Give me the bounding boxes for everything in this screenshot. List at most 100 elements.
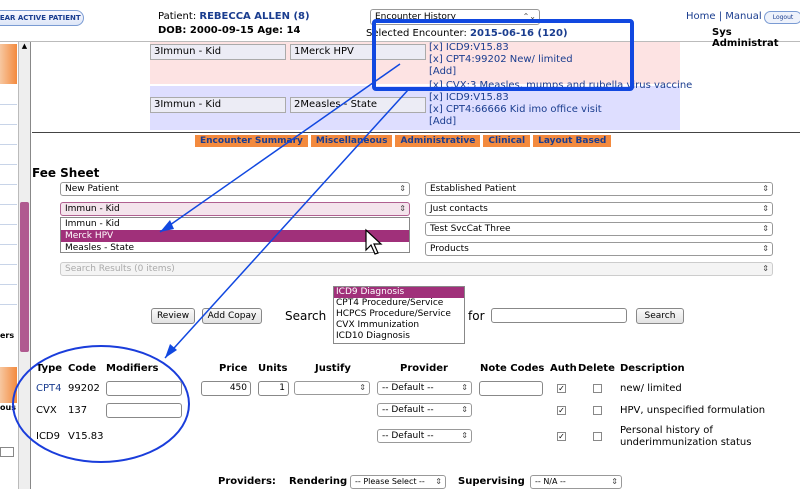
review-button[interactable]: Review [151, 308, 195, 324]
nav-input[interactable] [0, 447, 14, 457]
tab-clinical[interactable]: Clinical [483, 135, 531, 147]
search-results-select[interactable]: Search Results (0 items) ⇕ [60, 262, 773, 276]
nav-item-partial[interactable]: ers [0, 331, 14, 340]
select-value: -- Please Select -- [355, 477, 425, 486]
delete-checkbox[interactable] [593, 406, 602, 415]
code-type-option[interactable]: ICD10 Diagnosis [334, 331, 464, 342]
scroll-thumb[interactable] [20, 202, 29, 352]
code-link[interactable]: [x] ICD9:V15.83 [429, 92, 692, 104]
immun-kid-select[interactable]: Immun - Kid ⇕ [60, 202, 410, 216]
search-label: Search [285, 309, 327, 323]
note-codes-input[interactable] [479, 381, 543, 396]
select-value: Products [430, 244, 469, 254]
justify-select[interactable]: ⇕ [294, 381, 370, 395]
chevron-updown-icon: ⇕ [762, 224, 769, 233]
link-separator: | [718, 11, 723, 22]
auth-checkbox[interactable]: ✓ [557, 384, 566, 393]
annotation-highlight-ellipse [12, 345, 190, 463]
row-description: Personal history of underimmunization st… [620, 425, 752, 448]
select-value: New Patient [65, 184, 119, 194]
provider-select[interactable]: -- Default -- ⇕ [377, 381, 472, 395]
patient-name[interactable]: REBECCA ALLEN (8) [199, 11, 309, 22]
select-value: -- Default -- [382, 405, 434, 415]
col-header-units: Units [258, 363, 288, 374]
provider-select[interactable]: -- Default -- ⇕ [377, 403, 472, 417]
add-copay-button[interactable]: Add Copay [202, 308, 262, 324]
clear-active-patient-button[interactable]: LEAR ACTIVE PATIENT [0, 10, 84, 26]
dropdown-option[interactable]: Measles - State [61, 242, 409, 254]
col-header-delete: Delete [578, 363, 615, 374]
scroll-up-icon[interactable]: ▲ [19, 42, 30, 52]
for-label: for [468, 309, 485, 323]
chevron-updown-icon: ⇕ [762, 204, 769, 213]
row-description: HPV, unspecified formulation [620, 405, 766, 416]
supervising-label: Supervising [458, 476, 525, 487]
chevron-updown-icon: ⇕ [461, 431, 468, 440]
code-type-option[interactable]: CPT4 Procedure/Service [334, 298, 464, 309]
code-type-option[interactable]: HCPCS Procedure/Service [334, 309, 464, 320]
established-patient-select[interactable]: Established Patient ⇕ [425, 182, 773, 196]
chevron-updown-icon: ⇕ [359, 383, 366, 392]
provider-select[interactable]: -- Default -- ⇕ [377, 429, 472, 443]
patient-dob-age: DOB: 2000-09-15 Age: 14 [158, 25, 301, 36]
arrow-head-icon [165, 344, 177, 358]
supervising-select[interactable]: -- N/A -- ⇕ [530, 475, 622, 489]
products-select[interactable]: Products ⇕ [425, 242, 773, 256]
new-patient-select[interactable]: New Patient ⇕ [60, 182, 410, 196]
auth-checkbox[interactable]: ✓ [557, 406, 566, 415]
col-header-price: Price [219, 363, 248, 374]
price-input[interactable]: 450 [201, 381, 251, 396]
item-cell: 2Measles - State [290, 97, 426, 113]
select-value: Immun - Kid [65, 204, 120, 214]
tab-miscellaneous[interactable]: Miscellaneous [310, 135, 393, 147]
rendering-label: Rendering [289, 476, 348, 487]
chevron-updown-icon: ⇕ [435, 477, 442, 486]
code-link[interactable]: [x] CPT4:66666 Kid imo office visit [429, 104, 692, 116]
tab-administrative[interactable]: Administrative [395, 135, 481, 147]
delete-checkbox[interactable] [593, 432, 602, 441]
rendering-select[interactable]: -- Please Select -- ⇕ [350, 475, 446, 489]
patient-label: Patient: [158, 11, 197, 22]
home-link[interactable]: Home [686, 11, 716, 22]
tab-encounter-summary[interactable]: Encounter Summary [195, 135, 308, 147]
chevron-updown-icon: ⇕ [399, 184, 406, 193]
code-type-option[interactable]: CVX Immunization [334, 320, 464, 331]
col-header-provider: Provider [400, 363, 448, 374]
col-header-description: Description [620, 363, 685, 374]
tab-layout-based[interactable]: Layout Based [533, 135, 612, 147]
delete-checkbox[interactable] [593, 384, 602, 393]
header-links: Home | Manual [686, 11, 762, 22]
col-header-auth: Auth [550, 363, 577, 374]
dropdown-option[interactable]: Immun - Kid [61, 218, 409, 230]
category-cell: 3Immun - Kid [150, 97, 286, 113]
chevron-updown-icon: ⇕ [461, 383, 468, 392]
chevron-updown-icon: ⇕ [762, 244, 769, 253]
select-value: -- Default -- [382, 431, 434, 441]
select-value: -- N/A -- [535, 477, 566, 486]
select-value: -- Default -- [382, 383, 434, 393]
units-input[interactable]: 1 [258, 381, 289, 396]
auth-checkbox[interactable]: ✓ [557, 432, 566, 441]
chevron-updown-icon: ⇕ [611, 477, 618, 486]
fee-sheet-title: Fee Sheet [32, 166, 100, 180]
dropdown-option-selected[interactable]: Merck HPV [61, 230, 409, 242]
chevron-updown-icon: ⇕ [762, 264, 769, 273]
row-description: new/ limited [620, 383, 682, 394]
chevron-updown-icon: ⇕ [399, 204, 406, 213]
test-svccat-select[interactable]: Test SvcCat Three ⇕ [425, 222, 773, 236]
add-code-link[interactable]: [Add] [429, 116, 692, 128]
divider [32, 132, 800, 133]
just-contacts-select[interactable]: Just contacts ⇕ [425, 202, 773, 216]
code-type-option[interactable]: ICD9 Diagnosis [334, 287, 464, 298]
search-button[interactable]: Search [636, 308, 684, 324]
select-value: Just contacts [430, 204, 488, 214]
select-dropdown: Immun - Kid Merck HPV Measles - State [60, 217, 410, 253]
logout-button[interactable]: Logout [764, 11, 800, 24]
search-input[interactable] [491, 308, 627, 323]
manual-link[interactable]: Manual [725, 11, 761, 22]
select-value: Established Patient [430, 184, 516, 194]
providers-label: Providers: [218, 476, 276, 487]
code-type-listbox[interactable]: ICD9 Diagnosis CPT4 Procedure/Service HC… [333, 286, 465, 344]
chevron-updown-icon: ⇕ [762, 184, 769, 193]
tab-bar: Encounter Summary Miscellaneous Administra… [195, 135, 614, 149]
